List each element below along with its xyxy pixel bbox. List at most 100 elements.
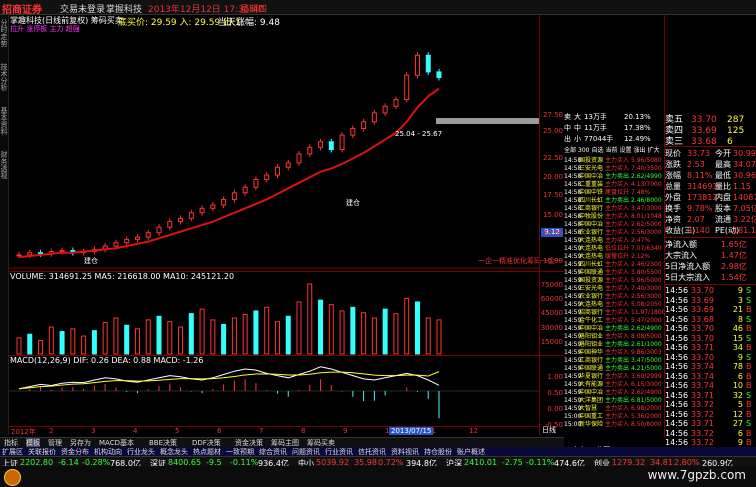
tick-vol: 34 xyxy=(732,343,743,352)
tick-time: 14:56 xyxy=(665,419,689,428)
board-row[interactable]: 14:59四川长虹 主力买入 2.46/2300 xyxy=(564,259,664,267)
candle-body xyxy=(318,141,324,148)
board-row[interactable]: 14:59洛阳钼业 主力买入 8.08/5000 xyxy=(564,331,664,339)
tick-row: 14:56 33.72 5 B xyxy=(665,400,756,410)
board-row-action: 主力卖出 xyxy=(605,197,630,203)
tick-direction: B xyxy=(746,362,752,371)
left-tab-basic-info[interactable]: 基本资料 xyxy=(0,107,8,135)
board-level-row: 中中 11万手 17.38% xyxy=(564,123,664,134)
side-tab-daily[interactable]: 日线 xyxy=(542,425,556,435)
board-row[interactable]: 14:59大智慧 主力买入 6.98/2000 xyxy=(564,403,664,411)
board-row[interactable]: 14:59中国联通 主力买入 3.80/5500 xyxy=(564,267,664,275)
menu-trade-login[interactable]: 交易未登录 xyxy=(60,2,105,15)
board-row[interactable]: 14:59工商银行 主力卖出 3.47/5000 xyxy=(564,355,664,363)
board-header-tab[interactable]: 全部 xyxy=(564,147,576,154)
tick-time: 14:56 xyxy=(665,362,689,371)
volume-bar xyxy=(307,283,313,355)
left-tab-timeline[interactable]: 分时走势 xyxy=(0,19,8,47)
flow-value: 1.65亿 xyxy=(721,240,747,249)
board-header-tab[interactable]: 300 xyxy=(578,147,589,154)
tick-row: 14:56 33.72 6 B xyxy=(665,429,756,439)
tick-time: 14:56 xyxy=(665,305,689,314)
extension-tabs: 扩展区 关联报价 资金分布 机构动向 行业龙头 概念龙头 热点题材 一致预期 综合资讯 问题资讯行… xyxy=(0,447,756,456)
board-row[interactable]: 14:59大连热电 缓慢拉升 2.12% xyxy=(564,251,664,259)
board-row[interactable]: 14:58中国中冶 主力买入 2.62/5000 xyxy=(564,219,664,227)
price-chart[interactable] xyxy=(9,22,539,270)
tick-row: 14:56 33.68 8 S xyxy=(665,315,756,325)
board-level-name: 卖 xyxy=(564,113,571,121)
board-header-tab[interactable]: 当前 xyxy=(605,147,617,154)
left-tab-technical[interactable]: 技术分析 xyxy=(0,63,8,91)
tick-direction: B xyxy=(746,324,752,333)
stat-label: 涨幅 xyxy=(665,171,681,180)
tick-price: 33.71 xyxy=(691,419,714,428)
board-row[interactable]: 14:59招商银行 主力买入 11.97/1800 xyxy=(564,307,664,315)
tick-row: 14:56 33.71 34 B xyxy=(665,343,756,353)
sell-level-vol: 6 xyxy=(727,137,733,147)
board-row[interactable]: 15:00新华保险 主力买入 8.50/8000 xyxy=(564,419,664,427)
board-row[interactable]: 14:59大有能源 主力买入 6.15/3000 xyxy=(564,379,664,387)
board-row-name: 大智慧 xyxy=(579,405,598,411)
board-row[interactable]: 14:59三安光电 主力买入 7.40/3000 xyxy=(564,283,664,291)
marker-label: 建仓 xyxy=(346,199,360,207)
sell-level-price: 33.68 xyxy=(691,137,717,147)
board-row[interactable]: 14:59中国神华 主力买入 9.86/3003 xyxy=(564,347,664,355)
menu-zhangqu[interactable]: 掌握科技 xyxy=(106,2,142,15)
tick-row: 14:56 33.71 32 S xyxy=(665,391,756,401)
board-row[interactable]: 14:58国投资源 主力买入 5.96/5080 xyxy=(564,155,664,163)
board-row[interactable]: 14:59大连热电 主力买入 2.47% xyxy=(564,235,664,243)
board-row[interactable]: 14:59金牛化工 主力买入 5.47/2000 xyxy=(564,315,664,323)
volume-chart[interactable] xyxy=(9,278,539,356)
board-row[interactable]: 14:59中国中冶 主力买入 2.62/4900 xyxy=(564,387,664,395)
board-row[interactable]: 14:58农业银行 主力买入 2.56/3000 xyxy=(564,227,664,235)
tick-time: 14:56 xyxy=(665,324,689,333)
board-row[interactable]: 14:58三安光电 主力买入 7.40/3500 xyxy=(564,163,664,171)
tick-vol: 3 xyxy=(737,295,743,305)
volume-bar xyxy=(48,326,54,355)
macd-chart[interactable] xyxy=(9,356,539,426)
axis-tick: 60000 xyxy=(540,295,563,303)
board-row[interactable]: 14:59中国联通 主力卖出 4.21/5000 xyxy=(564,363,664,371)
board-row[interactable]: 14:58四川长虹 主力卖出 2.46/8000 xyxy=(564,195,664,203)
tick-direction: B xyxy=(746,409,752,419)
board-header-tab[interactable]: 设置 xyxy=(620,147,632,154)
board-row-time: 15:00 xyxy=(564,421,582,427)
board-header-tab[interactable]: 扩大 xyxy=(648,147,660,154)
candle-body xyxy=(231,192,237,200)
left-tab-financial[interactable]: 财务透视 xyxy=(0,151,8,179)
board-header-tab[interactable]: 涨出 xyxy=(634,147,646,154)
board-row-action: 主力买入 xyxy=(605,285,630,291)
board-row[interactable]: 14:59中国中冶 主力卖出 2.62/4900 xyxy=(564,323,664,331)
board-row[interactable]: 14:58工商银行 主力买入 3.47/3000 xyxy=(564,203,664,211)
tick-row: 14:56 33.70 9 S xyxy=(665,353,756,363)
board-row[interactable]: 14:59大连热电 低位拉升 7.07/6340 xyxy=(564,243,664,251)
stat-label: 外盘 xyxy=(665,193,681,202)
axis-tick: 0.50 xyxy=(547,389,563,397)
board-row[interactable]: 14:59洛阳钼业 主力卖出 2.61/1000 xyxy=(564,339,664,347)
board-row[interactable]: 15:00中国重工 主力买入 5.36/2000 xyxy=(564,411,664,419)
stat-value: 2.53 xyxy=(687,160,705,169)
volume-bar xyxy=(339,310,345,355)
board-row[interactable]: 14:58中牧股份 主力买入 8.01/1048 xyxy=(564,211,664,219)
board-row[interactable]: 14:59华夏银行 主力买入 3.60/2999 xyxy=(564,371,664,379)
board-row[interactable]: 14:58中国中冶 主力卖出 2.62/4990 xyxy=(564,171,664,179)
ticker-board: 卖大 13万手 20.13% 中中 11万手 17.38% 出小 77044手 12.49% 全… xyxy=(564,14,665,438)
board-row-action: 尾盘拉升 xyxy=(605,189,630,195)
board-row[interactable]: 14:59大连热电 主力买入 5.08/2050 xyxy=(564,299,664,307)
quote-stat-row: 涨跌 2.53 最高 34.07 xyxy=(665,159,756,170)
board-row-name: 中国中冶 xyxy=(579,173,604,179)
sell-level-row: 卖五 33.70 287 xyxy=(665,112,756,125)
board-row[interactable]: 14:58二重重装 主力买入 4.13/7000 xyxy=(564,179,664,187)
tick-vol: 12 xyxy=(732,409,743,419)
board-row[interactable]: 14:59大洋集团 主力卖出 6.81/5000 xyxy=(564,395,664,403)
board-row[interactable]: 14:59农业银行 主力买入 2.56/3000 xyxy=(564,291,664,299)
candle-body xyxy=(145,232,151,238)
board-row[interactable]: 14:59国投资源 主力买入 5.96/5000 xyxy=(564,275,664,283)
board-row[interactable]: 14:58中国中铁 尾盘拉升 7.48% xyxy=(564,187,664,195)
board-header-tab[interactable]: 自选 xyxy=(591,147,603,154)
board-row-name: 大连热电 xyxy=(579,301,604,307)
tick-direction: S xyxy=(746,333,752,343)
volume-bar xyxy=(70,328,76,355)
tick-price: 33.72 xyxy=(691,438,714,447)
tick-time: 14:56 xyxy=(665,352,689,362)
